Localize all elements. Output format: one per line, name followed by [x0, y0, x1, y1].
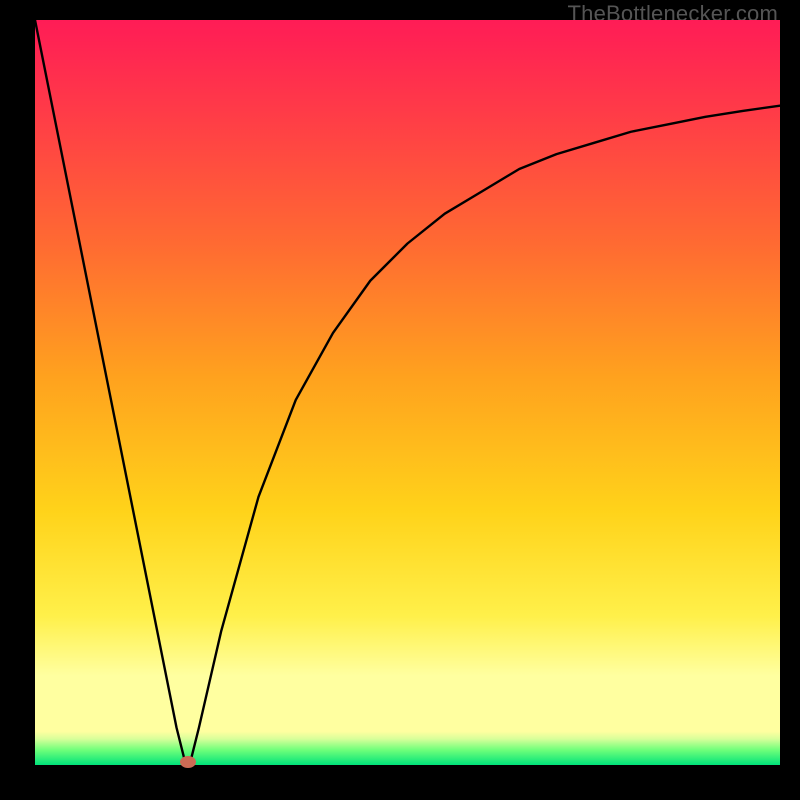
curve-layer [35, 20, 780, 765]
chart-frame: TheBottlenecker.com [0, 0, 800, 800]
plot-area [35, 20, 780, 765]
optimal-point-marker [180, 756, 196, 768]
bottleneck-curve [35, 20, 780, 765]
